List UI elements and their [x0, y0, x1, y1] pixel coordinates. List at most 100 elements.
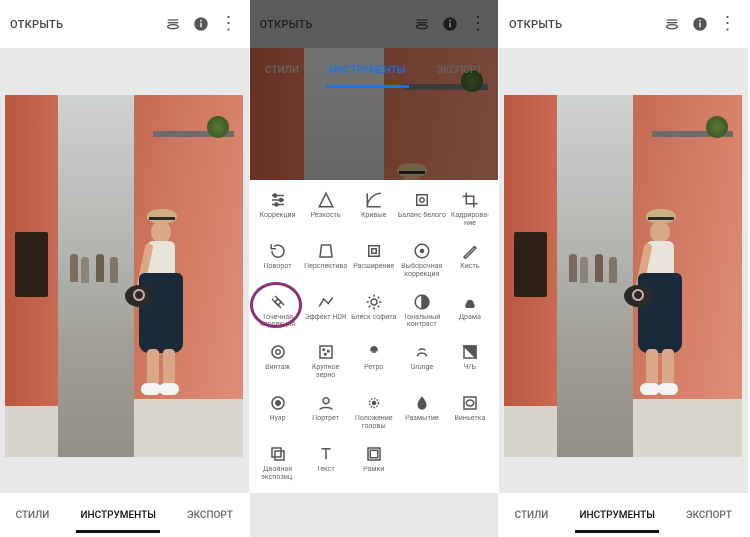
- tool-brush[interactable]: Кисть: [446, 237, 494, 285]
- crop-icon: [460, 190, 480, 210]
- tool-label: Текст: [316, 466, 334, 474]
- tab-tools[interactable]: ИНСТРУМЕНТЫ: [326, 55, 409, 86]
- tool-crop[interactable]: Кадрирова-ние: [446, 186, 494, 234]
- tab-export[interactable]: ЭКСПОРТ: [183, 500, 237, 531]
- tool-label: Баланс белого: [398, 212, 446, 220]
- screen-editor-main-2: ОТКРЫТЬ ⋮ СТИЛИ ИНСТРУМЕНТЫ ЭКСПОРТ: [499, 0, 749, 537]
- tool-label: Положение головы: [350, 415, 398, 430]
- tool-grunge[interactable]: Grunge: [398, 338, 446, 386]
- perspective-icon: [316, 241, 336, 261]
- tool-label: Выборочная коррекция: [398, 263, 446, 278]
- tool-text[interactable]: Текст: [302, 440, 350, 488]
- tab-export[interactable]: ЭКСПОРТ: [682, 500, 736, 531]
- brush-icon: [460, 241, 480, 261]
- stack-icon[interactable]: [163, 14, 183, 34]
- tool-hdr[interactable]: Эффект HDR: [302, 288, 350, 336]
- tool-curves[interactable]: Кривые: [350, 186, 398, 234]
- topbar: ОТКРЫТЬ ⋮: [499, 0, 748, 48]
- stack-icon[interactable]: [412, 14, 432, 34]
- open-button[interactable]: ОТКРЫТЬ: [260, 18, 405, 31]
- tab-styles[interactable]: СТИЛИ: [261, 55, 303, 86]
- tools-panel: Коррекция Резкость Кривые Баланс белогоКадр…: [250, 180, 499, 493]
- topbar: ОТКРЫТЬ ⋮: [250, 0, 499, 48]
- bw-icon: [460, 342, 480, 362]
- doubleexp-icon: [268, 444, 288, 464]
- tool-tune[interactable]: Коррекция: [254, 186, 302, 234]
- screen-tools-panel: ОТКРЫТЬ ⋮ Коррекция Резкость Кривые Баланс …: [250, 0, 500, 537]
- vintage-icon: [268, 342, 288, 362]
- tool-portrait[interactable]: Портрет: [302, 389, 350, 437]
- info-icon[interactable]: [690, 14, 710, 34]
- drama-icon: [460, 292, 480, 312]
- open-button[interactable]: ОТКРЫТЬ: [509, 18, 654, 31]
- photo-canvas[interactable]: [499, 48, 748, 493]
- tool-rotate[interactable]: Поворот: [254, 237, 302, 285]
- tonalcontrast-icon: [412, 292, 432, 312]
- noir-icon: [268, 393, 288, 413]
- bottom-tabs: СТИЛИ ИНСТРУМЕНТЫ ЭКСПОРТ: [0, 493, 249, 537]
- tool-label: Эффект HDR: [305, 314, 346, 322]
- hdr-icon: [316, 292, 336, 312]
- tool-label: Портрет: [312, 415, 339, 423]
- photo-canvas[interactable]: [0, 48, 249, 493]
- tool-headpose[interactable]: Положение головы: [350, 389, 398, 437]
- more-icon[interactable]: ⋮: [219, 14, 239, 34]
- tab-export[interactable]: ЭКСПОРТ: [433, 55, 487, 86]
- tool-label: Винтаж: [265, 364, 290, 372]
- whitebalance-icon: [412, 190, 432, 210]
- more-icon[interactable]: ⋮: [468, 14, 488, 34]
- bottom-tabs: СТИЛИ ИНСТРУМЕНТЫ ЭКСПОРТ: [499, 493, 748, 537]
- tool-label: Нуар: [270, 415, 286, 423]
- tool-label: Ретро: [364, 364, 383, 372]
- tool-perspective[interactable]: Перспектива: [302, 237, 350, 285]
- text-icon: [316, 444, 336, 464]
- open-button[interactable]: ОТКРЫТЬ: [10, 18, 155, 31]
- tool-label: Поворот: [263, 263, 291, 271]
- tool-bw[interactable]: Ч/Б: [446, 338, 494, 386]
- tool-label: Рамки: [363, 466, 384, 474]
- tool-drama[interactable]: Драма: [446, 288, 494, 336]
- tool-glamour[interactable]: Блеск софита: [350, 288, 398, 336]
- tool-label: Виньетка: [455, 415, 486, 423]
- headpose-icon: [364, 393, 384, 413]
- tool-details[interactable]: Резкость: [302, 186, 350, 234]
- tool-retrolux[interactable]: Ретро: [350, 338, 398, 386]
- tool-label: Grunge: [411, 364, 434, 372]
- more-icon[interactable]: ⋮: [718, 14, 738, 34]
- tool-selective[interactable]: Выборочная коррекция: [398, 237, 446, 285]
- tool-label: Резкость: [311, 212, 341, 220]
- tab-styles[interactable]: СТИЛИ: [12, 500, 54, 531]
- tool-label: Блеск софита: [351, 314, 396, 322]
- info-icon[interactable]: [191, 14, 211, 34]
- tab-styles[interactable]: СТИЛИ: [511, 500, 553, 531]
- tool-frames[interactable]: Рамки: [350, 440, 398, 488]
- tool-label: Кадрирова-ние: [446, 212, 494, 227]
- tool-vintage[interactable]: Винтаж: [254, 338, 302, 386]
- tool-tonalcontrast[interactable]: Тональный контраст: [398, 288, 446, 336]
- tool-label: Кривые: [361, 212, 387, 220]
- tool-doubleexp[interactable]: Двойная экспозиц.: [254, 440, 302, 488]
- tool-vignette[interactable]: Виньетка: [446, 389, 494, 437]
- tab-tools[interactable]: ИНСТРУМЕНТЫ: [575, 500, 658, 531]
- stack-icon[interactable]: [662, 14, 682, 34]
- tool-label: Драма: [459, 314, 481, 322]
- tool-label: Ч/Б: [464, 364, 476, 372]
- expand-icon: [364, 241, 384, 261]
- portrait-icon: [316, 393, 336, 413]
- grunge-icon: [412, 342, 432, 362]
- photo: [5, 95, 243, 457]
- tool-label: Тональный контраст: [398, 314, 446, 329]
- tool-expand[interactable]: Расширение: [350, 237, 398, 285]
- rotate-icon: [268, 241, 288, 261]
- tool-whitebalance[interactable]: Баланс белого: [398, 186, 446, 234]
- tool-lensblur[interactable]: Размытие: [398, 389, 446, 437]
- tool-label: Расширение: [353, 263, 394, 271]
- tool-grainyfilm[interactable]: Крупное зерно: [302, 338, 350, 386]
- retrolux-icon: [364, 342, 384, 362]
- screen-editor-main: ОТКРЫТЬ ⋮ СТИЛИ ИНСТРУМЕНТЫ ЭКСПОРТ: [0, 0, 250, 537]
- tab-tools[interactable]: ИНСТРУМЕНТЫ: [76, 500, 159, 531]
- info-icon[interactable]: [440, 14, 460, 34]
- topbar: ОТКРЫТЬ ⋮: [0, 0, 249, 48]
- photo: [504, 95, 742, 457]
- tool-noir[interactable]: Нуар: [254, 389, 302, 437]
